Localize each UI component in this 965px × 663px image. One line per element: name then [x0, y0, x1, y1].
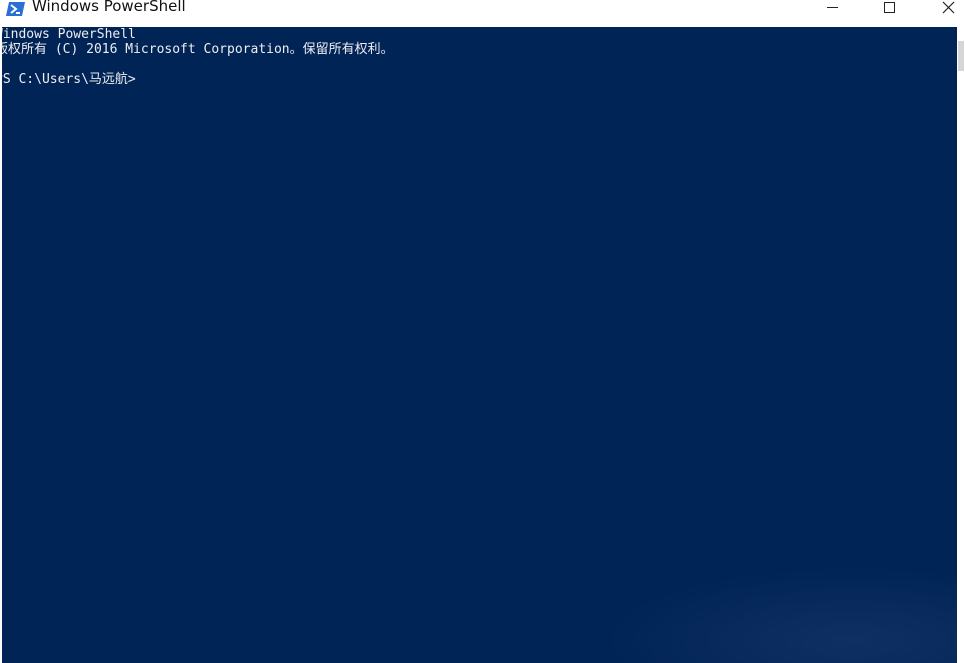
maximize-button[interactable]: [866, 0, 912, 20]
console-prompt[interactable]: PS C:\Users\马远航>: [2, 72, 136, 87]
console-line-banner: Windows PowerShell: [2, 27, 136, 42]
console-area[interactable]: Windows PowerShell 版权所有 (C) 2016 Microso…: [2, 27, 957, 663]
scrollbar-thumb[interactable]: [958, 41, 964, 71]
powershell-icon: [6, 1, 26, 17]
close-button[interactable]: [925, 0, 965, 20]
vertical-scrollbar[interactable]: [957, 27, 965, 663]
maximize-icon: [884, 2, 895, 13]
window-title: Windows PowerShell: [32, 0, 186, 15]
powershell-window: Windows PowerShell Windows PowerShell 版权…: [0, 0, 965, 663]
minimize-icon: [827, 7, 838, 8]
minimize-button[interactable]: [809, 0, 855, 20]
console-line-copyright: 版权所有 (C) 2016 Microsoft Corporation。保留所有…: [2, 42, 394, 57]
close-icon: [942, 1, 955, 14]
watermark-overlay: [602, 567, 957, 663]
title-bar[interactable]: Windows PowerShell: [0, 0, 965, 28]
